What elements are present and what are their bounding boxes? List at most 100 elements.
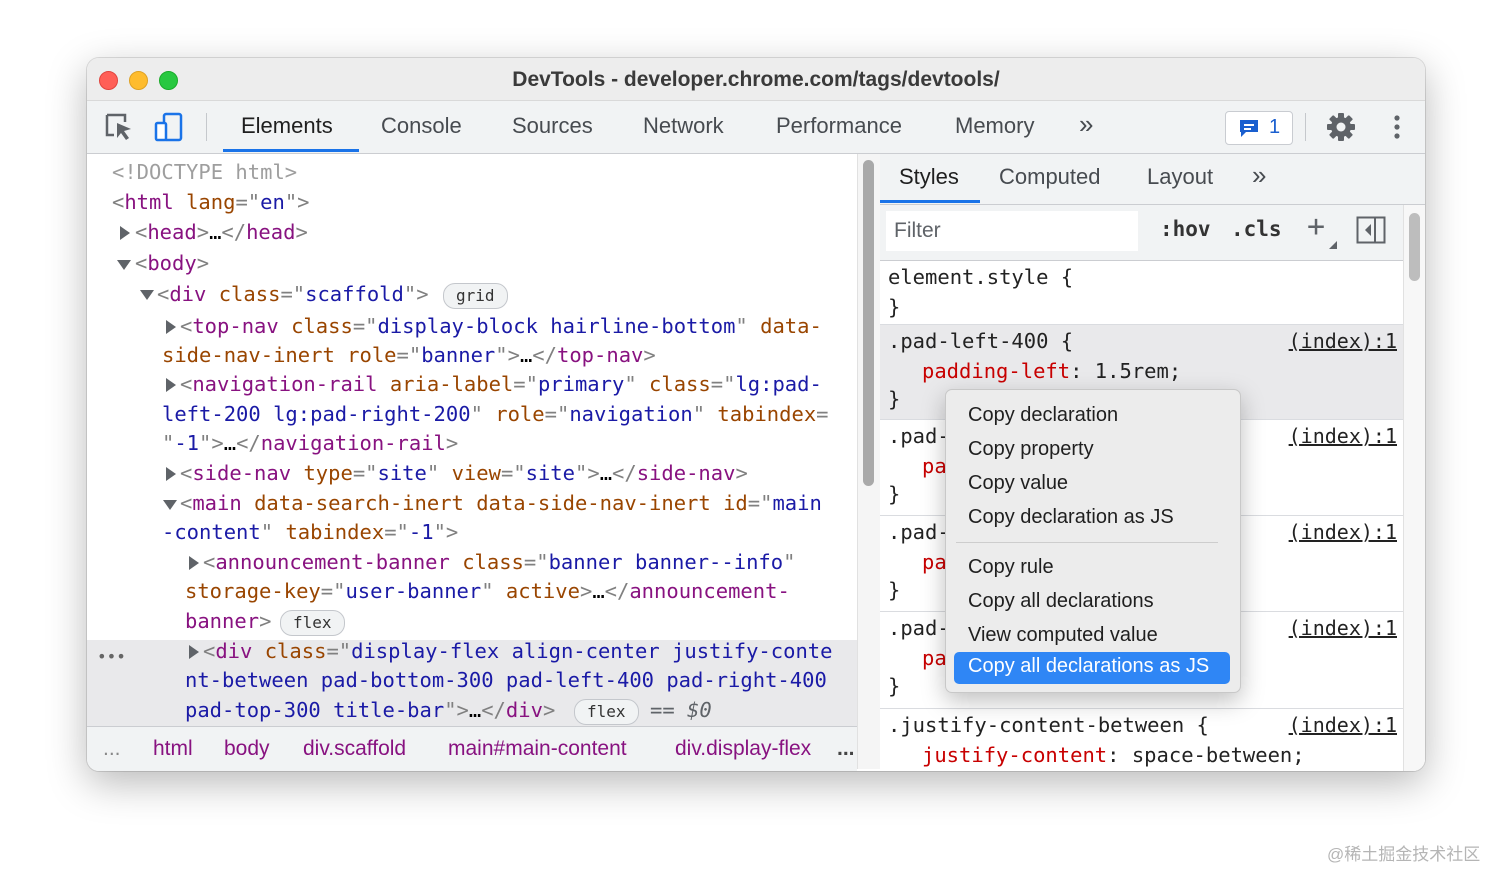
rule-selector[interactable]: .justify-content-between { <box>888 713 1209 737</box>
menu-item-label: Copy all declarations as JS <box>968 655 1210 677</box>
device-toolbar-icon[interactable] <box>153 111 185 143</box>
issues-badge-button[interactable]: 1 <box>1225 111 1293 145</box>
selected-div-node-cont2: pad-top-300 title-bar">…</div> <box>185 698 556 722</box>
navrail-node-cont: left-200 lg:pad-right-200" role="navigat… <box>162 402 829 426</box>
rule-selector[interactable]: .pad- <box>888 520 950 544</box>
menu-item-copy-value[interactable]: Copy value <box>968 472 1068 495</box>
styles-filter-bar: Filter :hov .cls + <box>880 205 1403 261</box>
inspect-element-icon[interactable] <box>103 111 135 143</box>
doctype-line[interactable]: <!DOCTYPE html> <box>112 158 297 188</box>
scrollbar-thumb[interactable] <box>863 160 874 486</box>
tab-computed[interactable]: Computed <box>999 164 1101 190</box>
announcement-node-cont2: banner> <box>185 609 272 633</box>
cls-toggle-button[interactable]: .cls <box>1231 217 1282 241</box>
element-style-rule: element.style { } <box>880 261 1403 325</box>
rule-source-link[interactable]: (index):1 <box>1289 616 1397 640</box>
style-rule: .justify-content-between { (index):1 jus… <box>880 709 1403 771</box>
sidenav-node[interactable]: <side-nav type="site" view="site">…</sid… <box>180 459 748 489</box>
body-node[interactable]: <body> <box>135 249 209 279</box>
issues-count: 1 <box>1269 116 1281 138</box>
menu-item-copy-all-declarations-as-js[interactable]: Copy all declarations as JS <box>954 652 1230 684</box>
collapse-scaffold-icon[interactable] <box>140 290 154 300</box>
flex-badge[interactable]: flex <box>574 699 639 725</box>
tab-console[interactable]: Console <box>381 113 462 139</box>
tab-network[interactable]: Network <box>643 113 724 139</box>
toggle-sidebar-icon[interactable] <box>1356 216 1386 244</box>
expand-topnav-icon[interactable] <box>166 320 176 334</box>
element-style-selector[interactable]: element.style { <box>888 265 1073 289</box>
filter-placeholder: Filter <box>894 219 941 242</box>
selected-div-node[interactable]: <div class="display-flex align-center ju… <box>203 637 832 667</box>
collapse-main-icon[interactable] <box>163 500 177 510</box>
hov-toggle-button[interactable]: :hov <box>1160 217 1211 241</box>
grid-badge[interactable]: grid <box>443 283 508 309</box>
styles-scrollbar[interactable] <box>1403 205 1425 771</box>
main-node-cont: -content" tabindex="-1"> <box>162 520 459 544</box>
tab-layout[interactable]: Layout <box>1147 164 1213 190</box>
breadcrumb-body[interactable]: body <box>224 737 270 761</box>
rule-declaration[interactable]: pa <box>922 454 947 478</box>
breadcrumb-trailing-ellipsis[interactable]: ... <box>837 737 855 761</box>
collapse-body-icon[interactable] <box>117 260 131 270</box>
menu-item-copy-declaration-as-js[interactable]: Copy declaration as JS <box>968 506 1174 529</box>
filter-input[interactable]: Filter <box>886 211 1138 251</box>
flex-badge[interactable]: flex <box>280 610 345 636</box>
menu-item-copy-rule[interactable]: Copy rule <box>968 556 1054 579</box>
topnav-node[interactable]: <top-nav class="display-block hairline-b… <box>180 312 822 342</box>
rule-source-link[interactable]: (index):1 <box>1289 424 1397 448</box>
gear-icon[interactable] <box>1325 111 1357 143</box>
elements-tree-panel: ••• <!DOCTYPE html> <html lang="en"> <he… <box>87 154 857 726</box>
close-brace: } <box>888 578 901 602</box>
navrail-node-cont2: "-1">…</navigation-rail> <box>162 431 459 455</box>
tab-styles[interactable]: Styles <box>899 164 959 190</box>
expand-announcement-icon[interactable] <box>189 556 199 570</box>
menu-item-copy-declaration[interactable]: Copy declaration <box>968 404 1118 427</box>
active-subtab-indicator <box>880 200 980 203</box>
menu-item-view-computed-value[interactable]: View computed value <box>968 624 1158 647</box>
rule-selector[interactable]: .pad-left-400 { <box>888 329 1073 353</box>
html-node[interactable]: <html lang="en"> <box>112 188 310 218</box>
rule-source-link[interactable]: (index):1 <box>1289 329 1397 353</box>
breadcrumb-div-scaffold[interactable]: div.scaffold <box>303 737 406 761</box>
breadcrumb-html[interactable]: html <box>153 737 193 761</box>
announcement-node[interactable]: <announcement-banner class="banner banne… <box>203 548 795 578</box>
close-brace: } <box>888 482 901 506</box>
rule-declaration[interactable]: padding-left: 1.5rem; <box>922 359 1181 383</box>
breadcrumb-div-display-flex[interactable]: div.display-flex <box>675 737 823 761</box>
console-ref: == $0 <box>650 698 712 722</box>
menu-item-copy-property[interactable]: Copy property <box>968 438 1094 461</box>
toolbar-divider <box>1305 113 1306 141</box>
elements-scrollbar[interactable] <box>857 154 881 769</box>
tab-elements[interactable]: Elements <box>241 113 333 139</box>
new-style-rule-button[interactable]: + <box>1307 209 1325 244</box>
tab-performance[interactable]: Performance <box>776 113 902 139</box>
active-tab-indicator <box>223 149 359 152</box>
more-subtabs-chevron-icon[interactable]: » <box>1252 160 1266 191</box>
tab-sources[interactable]: Sources <box>512 113 593 139</box>
expand-selected-div-icon[interactable] <box>189 645 199 659</box>
styles-subtabs: Styles Computed Layout » <box>880 154 1425 205</box>
selected-div-node-cont: nt-between pad-bottom-300 pad-left-400 p… <box>185 668 827 692</box>
tab-memory[interactable]: Memory <box>955 113 1034 139</box>
row-options-dots[interactable]: ••• <box>97 642 126 672</box>
scrollbar-thumb[interactable] <box>1409 213 1420 281</box>
rule-source-link[interactable]: (index):1 <box>1289 520 1397 544</box>
more-options-icon[interactable] <box>1381 111 1413 143</box>
rule-declaration[interactable]: pa <box>922 550 947 574</box>
scaffold-div-node[interactable]: <div class="scaffold"> <box>157 280 429 310</box>
rule-declaration[interactable]: pa <box>922 646 947 670</box>
expand-sidenav-icon[interactable] <box>166 467 176 481</box>
rule-declaration[interactable]: justify-content: space-between; <box>922 743 1305 767</box>
menu-item-copy-all-declarations[interactable]: Copy all declarations <box>968 590 1154 613</box>
rule-selector[interactable]: .pad- <box>888 424 950 448</box>
rule-source-link[interactable]: (index):1 <box>1289 713 1397 737</box>
expand-navrail-icon[interactable] <box>166 378 176 392</box>
rule-selector[interactable]: .pad- <box>888 616 950 640</box>
navrail-node[interactable]: <navigation-rail aria-label="primary" cl… <box>180 370 822 400</box>
more-tabs-chevron-icon[interactable]: » <box>1079 109 1093 140</box>
main-node[interactable]: <main data-search-inert data-side-nav-in… <box>180 489 822 519</box>
head-node[interactable]: <head>…</head> <box>135 218 308 248</box>
breadcrumb-main[interactable]: main#main-content <box>448 737 627 761</box>
expand-head-icon[interactable] <box>120 226 130 240</box>
breadcrumb-leading-ellipsis[interactable]: ... <box>103 737 121 761</box>
